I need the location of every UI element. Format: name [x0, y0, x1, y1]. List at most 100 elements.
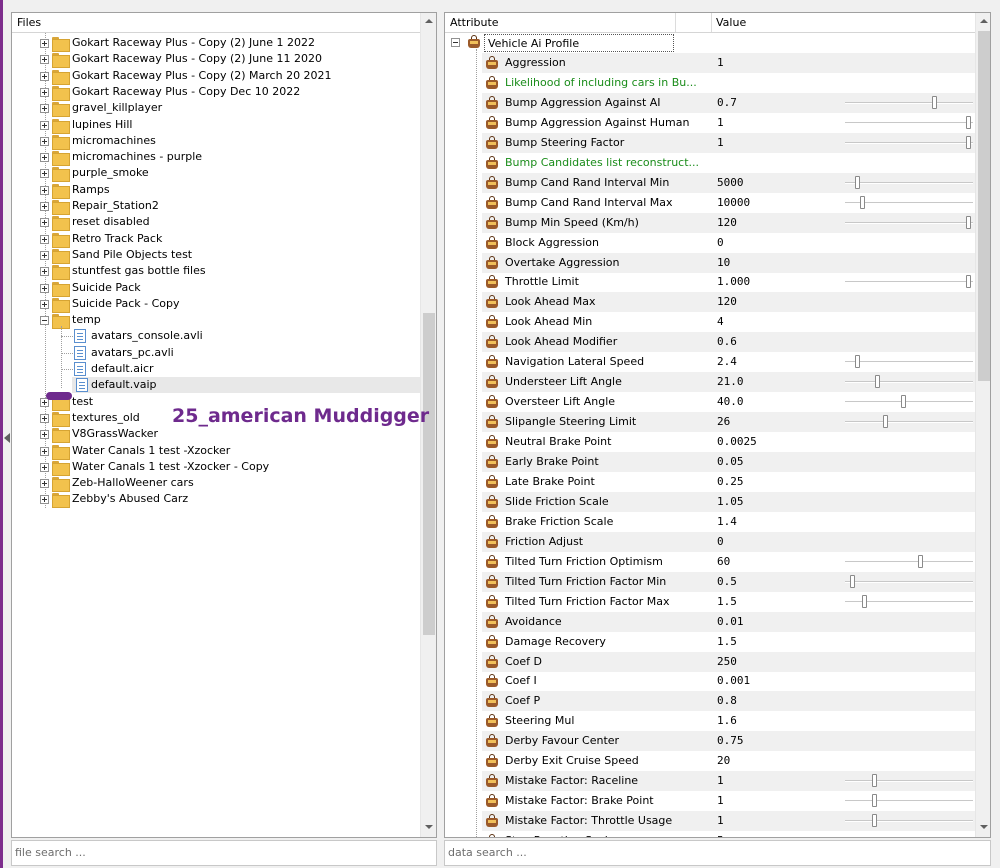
attribute-value[interactable]: 1.5	[717, 632, 737, 652]
attribute-value[interactable]: 1	[717, 113, 724, 133]
attribute-row[interactable]: Steering Mul 1.6	[482, 711, 976, 731]
tree-folder-item[interactable]: temp	[12, 312, 420, 330]
slider-knob[interactable]	[875, 375, 880, 389]
attribute-value[interactable]: 5	[717, 831, 724, 837]
tree-folder-item[interactable]: Water Canals 1 test -Xzocker	[12, 443, 420, 460]
attribute-row[interactable]: Overtake Aggression 10	[482, 252, 976, 273]
attribute-row[interactable]: Derby Favour Center 0.75	[482, 731, 976, 752]
value-slider[interactable]	[845, 375, 973, 389]
scroll-down-arrow-icon[interactable]	[976, 819, 990, 836]
value-slider[interactable]	[845, 175, 973, 189]
attribute-row[interactable]: Bump Aggression Against Human 1	[482, 113, 976, 133]
expand-icon[interactable]	[40, 430, 49, 440]
files-scroll-thumb[interactable]	[423, 313, 435, 635]
value-slider[interactable]	[845, 594, 973, 608]
attribute-row[interactable]: Damage Recovery 1.5	[482, 632, 976, 652]
value-slider[interactable]	[845, 395, 973, 409]
value-slider[interactable]	[845, 554, 973, 568]
attribute-row[interactable]: Mistake Factor: Raceline 1	[482, 771, 976, 792]
attribute-value[interactable]: 120	[717, 213, 737, 233]
attribute-value[interactable]: 10	[717, 253, 730, 273]
slider-knob[interactable]	[966, 135, 971, 149]
expand-icon[interactable]	[40, 495, 49, 505]
attribute-row[interactable]: Likelihood of including cars in Bu...	[482, 73, 976, 93]
attribute-row[interactable]: Neutral Brake Point 0.0025	[482, 432, 976, 452]
expand-icon[interactable]	[40, 283, 49, 293]
attribute-row[interactable]: Bump Aggression Against AI 0.7	[482, 92, 976, 113]
expand-icon[interactable]	[40, 479, 49, 489]
attribute-row[interactable]: Look Ahead Modifier 0.6	[482, 332, 976, 353]
root-node[interactable]: Vehicle Ai Profile	[451, 34, 676, 52]
collapse-arrow-icon[interactable]	[4, 433, 10, 443]
tree-folder-item[interactable]: Suicide Pack	[12, 280, 420, 297]
slider-knob[interactable]	[901, 395, 906, 409]
attribute-row[interactable]: Late Brake Point 0.25	[482, 472, 976, 492]
tree-folder-item[interactable]: purple_smoke	[12, 165, 420, 183]
attribute-row[interactable]: Mistake Factor: Throttle Usage 1	[482, 811, 976, 832]
attribute-row[interactable]: Friction Adjust 0	[482, 531, 976, 552]
attribute-value[interactable]: 0.001	[717, 671, 750, 691]
value-slider[interactable]	[845, 415, 973, 429]
attribute-value[interactable]: 1	[717, 791, 724, 811]
attribute-value[interactable]: 1	[717, 771, 724, 791]
expand-icon[interactable]	[40, 234, 49, 244]
tree-folder-item[interactable]: Gokart Raceway Plus - Copy (2) March 20 …	[12, 68, 420, 85]
expand-icon[interactable]	[40, 136, 49, 146]
expand-icon[interactable]	[40, 120, 49, 130]
tree-folder-item[interactable]: Ramps	[12, 182, 420, 199]
attribute-row[interactable]: Coef P 0.8	[482, 691, 976, 712]
attribute-value[interactable]: 0	[717, 532, 724, 552]
value-slider[interactable]	[845, 814, 973, 828]
value-slider[interactable]	[845, 574, 973, 588]
slider-knob[interactable]	[872, 774, 877, 788]
attribute-value[interactable]: 0.0025	[717, 432, 757, 452]
attribute-value[interactable]: 21.0	[717, 372, 744, 392]
attribute-value[interactable]: 1	[717, 811, 724, 831]
tree-folder-item[interactable]: stuntfest gas bottle files	[12, 263, 420, 281]
attribute-row[interactable]: Mistake Factor: Brake Point 1	[482, 791, 976, 811]
expand-icon[interactable]	[40, 153, 49, 163]
attribute-row[interactable]: Avoidance 0.01	[482, 611, 976, 632]
value-slider[interactable]	[845, 95, 973, 109]
tree-folder-item[interactable]: Retro Track Pack	[12, 231, 420, 248]
attribute-row[interactable]: Understeer Lift Angle 21.0	[482, 372, 976, 393]
attribute-value[interactable]: 5000	[717, 173, 744, 193]
tree-folder-item[interactable]: micromachines	[12, 133, 420, 150]
expand-icon[interactable]	[40, 71, 49, 81]
scroll-up-arrow-icon[interactable]	[976, 13, 990, 30]
attribute-value[interactable]: 250	[717, 652, 737, 672]
attribute-column-header[interactable]: Attribute	[445, 13, 675, 32]
attribute-value[interactable]: 0.05	[717, 452, 744, 472]
attribute-row[interactable]: Brake Friction Scale 1.4	[482, 512, 976, 532]
attribute-value[interactable]: 10000	[717, 193, 750, 213]
value-slider[interactable]	[845, 275, 973, 289]
attribute-row[interactable]: Look Ahead Max 120	[482, 292, 976, 313]
file-search-input[interactable]: file search ...	[11, 840, 437, 866]
tree-folder-item[interactable]: V8GrassWacker	[12, 426, 420, 444]
tree-file-item[interactable]: avatars_console.avli	[12, 328, 420, 344]
slider-knob[interactable]	[862, 594, 867, 608]
value-slider[interactable]	[845, 135, 973, 149]
slider-knob[interactable]	[872, 794, 877, 808]
slider-knob[interactable]	[966, 215, 971, 229]
attribute-value[interactable]: 0.7	[717, 93, 737, 113]
attribute-row[interactable]: Tilted Turn Friction Factor Min 0.5	[482, 571, 976, 592]
slider-knob[interactable]	[966, 275, 971, 289]
attribute-row[interactable]: Tilted Turn Friction Optimism 60	[482, 552, 976, 572]
data-search-input[interactable]: data search ...	[444, 840, 991, 866]
attribute-row[interactable]: Look Ahead Min 4	[482, 312, 976, 332]
slider-knob[interactable]	[850, 574, 855, 588]
expand-icon[interactable]	[40, 299, 49, 309]
collapse-icon[interactable]	[40, 316, 49, 326]
expand-icon[interactable]	[40, 202, 49, 211]
expand-icon[interactable]	[40, 218, 49, 228]
attribute-row[interactable]: Block Aggression 0	[482, 233, 976, 253]
attribute-row[interactable]: Bump Candidates list reconstruct...	[482, 153, 976, 173]
attribute-row[interactable]: Coef I 0.001	[482, 671, 976, 691]
tree-folder-item[interactable]: Gokart Raceway Plus - Copy (2) June 1 20…	[12, 35, 420, 52]
tree-folder-item[interactable]: Zeb-HalloWeener cars	[12, 475, 420, 493]
tree-file-item[interactable]: default.aicr	[12, 361, 420, 377]
attribute-row[interactable]: Bump Cand Rand Interval Min 5000	[482, 172, 976, 193]
attribute-value[interactable]: 26	[717, 412, 730, 432]
expand-icon[interactable]	[40, 267, 49, 277]
